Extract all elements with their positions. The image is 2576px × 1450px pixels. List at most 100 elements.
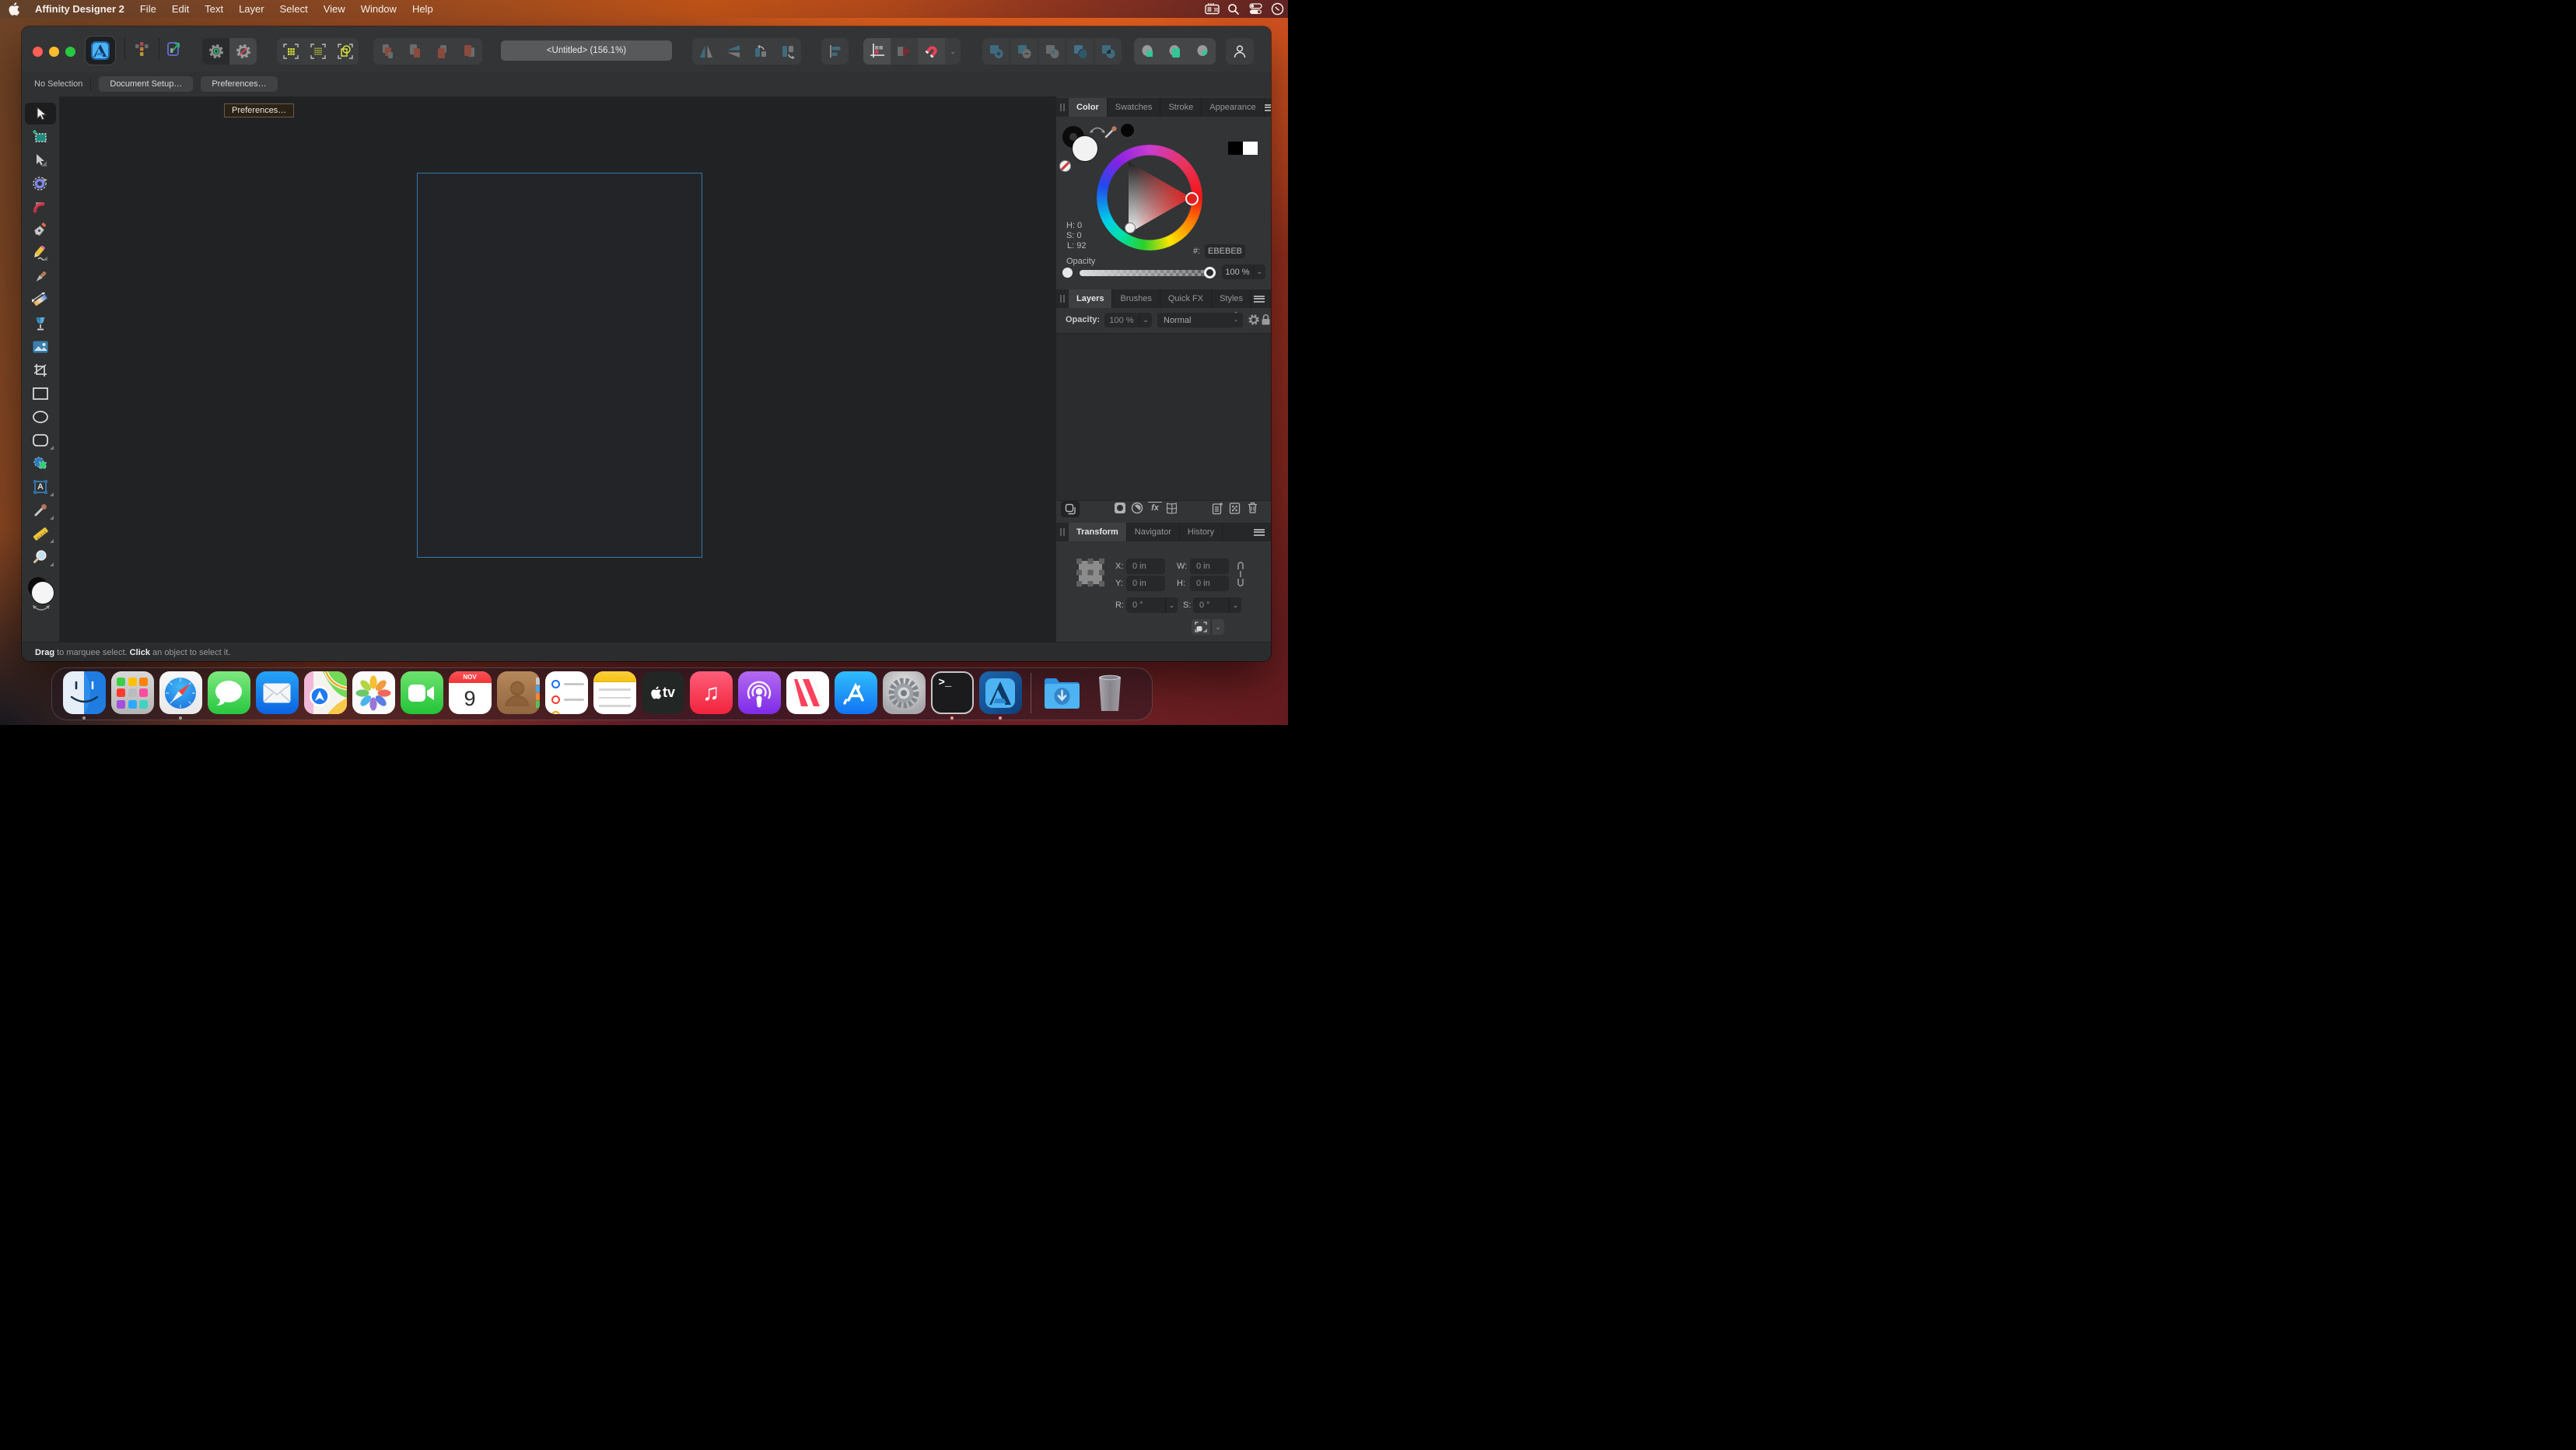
anchor-point-selector[interactable] (1075, 557, 1106, 588)
snapping-options-chevron[interactable]: ⌄ (945, 38, 961, 65)
opacity-chevron[interactable]: ⌄ (1253, 264, 1265, 279)
toggle-grid-button[interactable] (863, 38, 891, 65)
menu-app-name[interactable]: Affinity Designer 2 (27, 0, 132, 18)
dock-apple-tv[interactable]: tv (641, 668, 685, 720)
tab-stroke[interactable]: Stroke (1160, 98, 1202, 117)
opacity-slider[interactable] (1080, 270, 1209, 276)
dock-trash[interactable] (1088, 668, 1132, 720)
menu-text[interactable]: Text (197, 0, 231, 18)
w-field[interactable]: 0 in (1190, 559, 1229, 574)
opacity-value-field[interactable]: 100 % (1222, 264, 1253, 279)
dock-mail[interactable] (255, 668, 299, 720)
layer-settings-gear-icon[interactable] (1248, 313, 1260, 326)
tab-layers[interactable]: Layers (1069, 289, 1112, 308)
tab-quick-fx[interactable]: Quick FX (1160, 289, 1212, 308)
insert-inside-button[interactable] (1134, 38, 1161, 65)
boolean-add-button[interactable] (982, 38, 1010, 65)
picked-color-swatch[interactable] (1120, 123, 1135, 138)
arrange-move-to-front-button[interactable] (455, 38, 482, 65)
fill-gradient-tool[interactable] (25, 289, 56, 311)
eyedropper-icon[interactable] (1103, 123, 1120, 140)
panel-drag-handle[interactable] (1056, 289, 1069, 308)
dock-app-store[interactable] (834, 668, 878, 720)
insert-behind-button[interactable] (1188, 38, 1216, 65)
artboard-tool[interactable] (25, 126, 56, 148)
point-transform-tool[interactable] (25, 173, 56, 194)
boolean-intersect-button[interactable] (1038, 38, 1066, 65)
boolean-divide-button[interactable] (1066, 38, 1094, 65)
transparency-tool[interactable] (25, 313, 56, 334)
rotate-counterclockwise-button[interactable] (747, 38, 774, 65)
dock-calendar[interactable]: NOV 9 (448, 668, 492, 720)
vector-brush-tool[interactable] (25, 266, 56, 288)
spotlight-search-icon[interactable] (1223, 0, 1244, 18)
insert-replace-button[interactable] (1161, 38, 1188, 65)
place-image-tool[interactable] (25, 336, 56, 358)
dock-notes[interactable] (593, 668, 637, 720)
rotate-clockwise-button[interactable] (774, 38, 801, 65)
zoom-tool[interactable] (25, 546, 56, 568)
hue-selector-handle[interactable] (1185, 192, 1199, 205)
pen-tool[interactable] (25, 219, 56, 241)
mesh-warp-icon[interactable] (1165, 502, 1178, 514)
layers-opacity-chevron[interactable]: ⌄ (1139, 313, 1152, 327)
h-field[interactable]: 0 in (1190, 576, 1229, 591)
arrange-move-backward-button[interactable] (401, 38, 428, 65)
layers-list[interactable] (1056, 333, 1271, 501)
transform-mode-button[interactable] (1192, 619, 1210, 635)
y-field[interactable]: 0 in (1126, 576, 1165, 591)
tab-navigator[interactable]: Navigator (1127, 523, 1180, 541)
canvas-viewport[interactable] (60, 96, 1055, 642)
delete-layer-trash-icon[interactable] (1247, 501, 1258, 514)
arrange-move-forward-button[interactable] (428, 38, 455, 65)
preferences-gear-button[interactable] (202, 38, 229, 65)
lock-icon[interactable] (1261, 313, 1271, 326)
dock-terminal[interactable]: >_ (930, 668, 975, 720)
panel-drag-handle[interactable] (1056, 98, 1069, 117)
pixel-layer-icon[interactable] (1229, 502, 1241, 515)
dock-messages[interactable] (207, 668, 251, 720)
s-chevron[interactable]: ⌄ (1229, 597, 1241, 613)
document-setup-button[interactable]: Document Setup… (99, 76, 193, 92)
opacity-slider-handle[interactable] (1204, 267, 1216, 278)
fill-color-well[interactable] (31, 581, 54, 604)
dock-reminders[interactable] (544, 668, 589, 720)
pixel-persona-button[interactable] (131, 38, 152, 60)
boolean-xor-button[interactable] (1094, 38, 1122, 65)
crop-tool[interactable] (25, 359, 56, 381)
assets-gear-button[interactable] (229, 38, 257, 65)
flip-vertical-button[interactable] (719, 38, 747, 65)
arrange-move-to-back-button[interactable] (373, 38, 401, 65)
dock-launchpad[interactable] (110, 668, 155, 720)
flip-horizontal-button[interactable] (692, 38, 719, 65)
alignment-button[interactable] (821, 38, 849, 65)
color-picker-tool[interactable] (25, 499, 56, 521)
artistic-text-tool[interactable]: A (25, 476, 56, 498)
keyboard-switcher-icon[interactable]: ⌘ (1201, 0, 1223, 18)
transform-mode-chevron[interactable]: ⌄ (1211, 619, 1224, 635)
tab-swatches[interactable]: Swatches (1108, 98, 1161, 117)
dock-news[interactable] (786, 668, 830, 720)
affinity-persona-button[interactable] (86, 37, 115, 65)
insertion-target-button[interactable] (891, 38, 918, 65)
layers-panel-menu-icon[interactable] (1254, 289, 1271, 308)
white-swatch[interactable] (1243, 142, 1258, 155)
blend-mode-select[interactable]: Normal (1157, 313, 1243, 327)
mask-layer-icon[interactable] (1114, 502, 1126, 514)
minimize-button[interactable] (49, 47, 59, 57)
tab-styles[interactable]: Styles (1212, 289, 1251, 308)
dock-system-settings[interactable] (882, 668, 926, 720)
ellipse-tool[interactable] (25, 406, 56, 428)
dock-affinity-designer[interactable] (978, 668, 1023, 720)
apple-menu[interactable] (0, 0, 27, 18)
dock-downloads[interactable] (1040, 668, 1084, 720)
fill-stroke-color-wells[interactable] (27, 577, 55, 613)
close-button[interactable] (33, 47, 43, 57)
r-chevron[interactable]: ⌄ (1165, 597, 1178, 613)
link-dimensions-icon[interactable] (1237, 562, 1244, 587)
snap-to-pixel-button[interactable] (304, 38, 331, 65)
my-account-button[interactable] (1226, 38, 1254, 65)
hex-input[interactable]: EBEBEB (1205, 244, 1245, 258)
no-color-swatch[interactable] (1059, 160, 1071, 172)
menu-layer[interactable]: Layer (231, 0, 272, 18)
